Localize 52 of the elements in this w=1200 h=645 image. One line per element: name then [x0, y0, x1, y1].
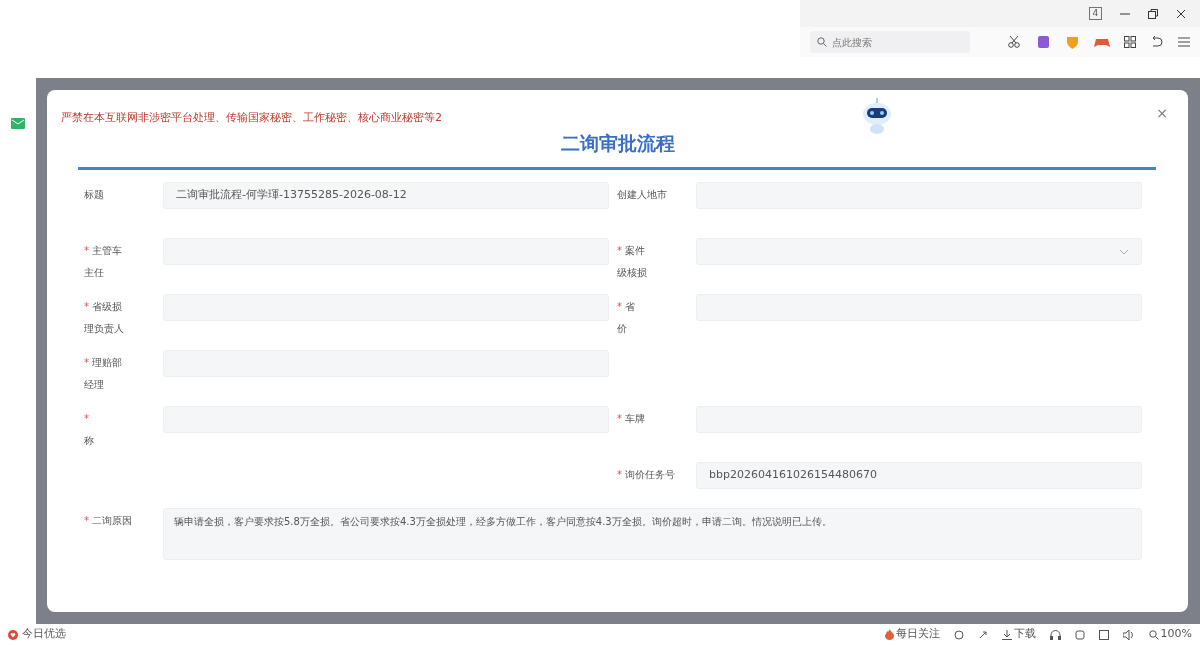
- restore-icon[interactable]: [1148, 8, 1158, 19]
- field-label: 创建人地市: [617, 189, 667, 200]
- menu-icon[interactable]: [1178, 37, 1190, 47]
- field-label: 理赔部: [92, 357, 122, 368]
- required-mark: *: [84, 301, 89, 312]
- field-label: 省级损: [92, 301, 122, 312]
- required-mark: *: [84, 515, 89, 526]
- follow-link[interactable]: 每日关注: [895, 626, 940, 643]
- undo-icon[interactable]: [1150, 36, 1164, 48]
- window-icon[interactable]: [1098, 629, 1109, 640]
- select-field[interactable]: [696, 238, 1142, 265]
- security-notice: 严禁在本互联网非涉密平台处理、传输国家秘密、工作秘密、核心商业秘密等2: [61, 110, 442, 126]
- field-label: 询价任务号: [625, 469, 675, 480]
- required-mark: *: [617, 245, 622, 256]
- speaker-icon[interactable]: [1122, 629, 1135, 640]
- heart-icon: [8, 629, 18, 640]
- zoom-icon[interactable]: [1148, 629, 1159, 640]
- field-label: 经理: [84, 379, 104, 390]
- grid-icon[interactable]: [1124, 36, 1136, 48]
- chevron-icon: [1119, 248, 1129, 255]
- search-field[interactable]: 点此搜索: [810, 31, 970, 53]
- field-label: 车牌: [625, 413, 645, 424]
- text-area[interactable]: 辆申请全损，客户要求按5.8万全损。省公司要求按4.3万全损处理，经多方做工作，客户同意按4.3万全损。询价超时，申请二询。情况说明已上传。: [163, 508, 1142, 560]
- required-mark: *: [617, 301, 622, 312]
- field-label: 省: [625, 301, 635, 312]
- required-mark: *: [617, 413, 622, 424]
- download-icon[interactable]: [1001, 629, 1012, 640]
- required-mark: *: [617, 469, 622, 480]
- required-mark: *: [84, 413, 89, 424]
- mail-icon[interactable]: [11, 118, 25, 129]
- required-mark: *: [84, 245, 89, 256]
- zoom-level[interactable]: 100%: [1160, 626, 1192, 643]
- field-label: 级核损: [617, 267, 647, 278]
- input-field[interactable]: bbp202604161026154480670: [696, 462, 1142, 489]
- field-label: 称: [84, 435, 94, 446]
- close-button[interactable]: ×: [1150, 102, 1174, 125]
- field-label: 主管车: [92, 245, 122, 256]
- field-label: 案件: [625, 245, 645, 256]
- tab-count[interactable]: 4: [1088, 7, 1102, 20]
- field-label: 标题: [84, 189, 104, 200]
- download-link[interactable]: 下载: [1013, 626, 1036, 643]
- dialog-title: 二询审批流程: [559, 130, 676, 156]
- field-label: 主任: [84, 267, 104, 278]
- field-label: 二询原因: [92, 515, 132, 526]
- input-field[interactable]: 二询审批流程-何学琿-13755285-2026-08-12: [163, 182, 609, 209]
- field-label: 理负责人: [84, 323, 124, 334]
- close-icon[interactable]: [1176, 8, 1186, 19]
- status-text[interactable]: 今日优选: [22, 626, 66, 643]
- flame-icon: [884, 629, 894, 640]
- field-label: 价: [617, 323, 627, 334]
- headset-icon[interactable]: [1049, 629, 1061, 640]
- required-mark: *: [84, 357, 89, 368]
